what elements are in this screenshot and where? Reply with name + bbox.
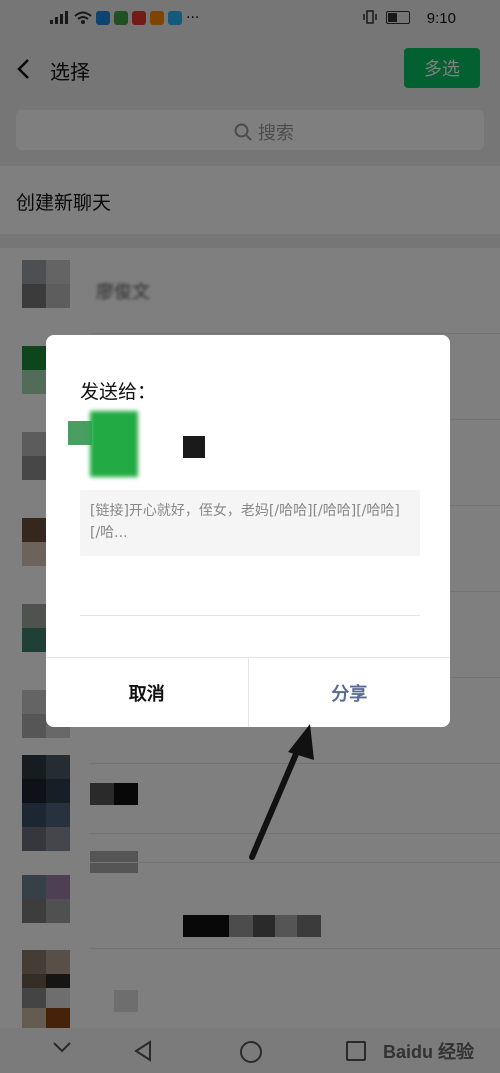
share-button[interactable]: 分享 (248, 658, 450, 727)
annotation-arrow-icon (249, 724, 314, 860)
recipient-name-redacted (183, 436, 205, 458)
cancel-button[interactable]: 取消 (46, 658, 249, 727)
dialog-actions: 取消 分享 (46, 657, 450, 727)
message-input-underline[interactable] (80, 615, 420, 616)
share-dialog: 发送给： [链接]开心就好，侄女，老妈[/哈哈][/哈哈][/哈哈][/哈...… (46, 335, 450, 727)
link-preview: [链接]开心就好，侄女，老妈[/哈哈][/哈哈][/哈哈][/哈... (80, 490, 420, 556)
recipient-avatar (68, 411, 138, 477)
dialog-title: 发送给： (80, 381, 157, 403)
